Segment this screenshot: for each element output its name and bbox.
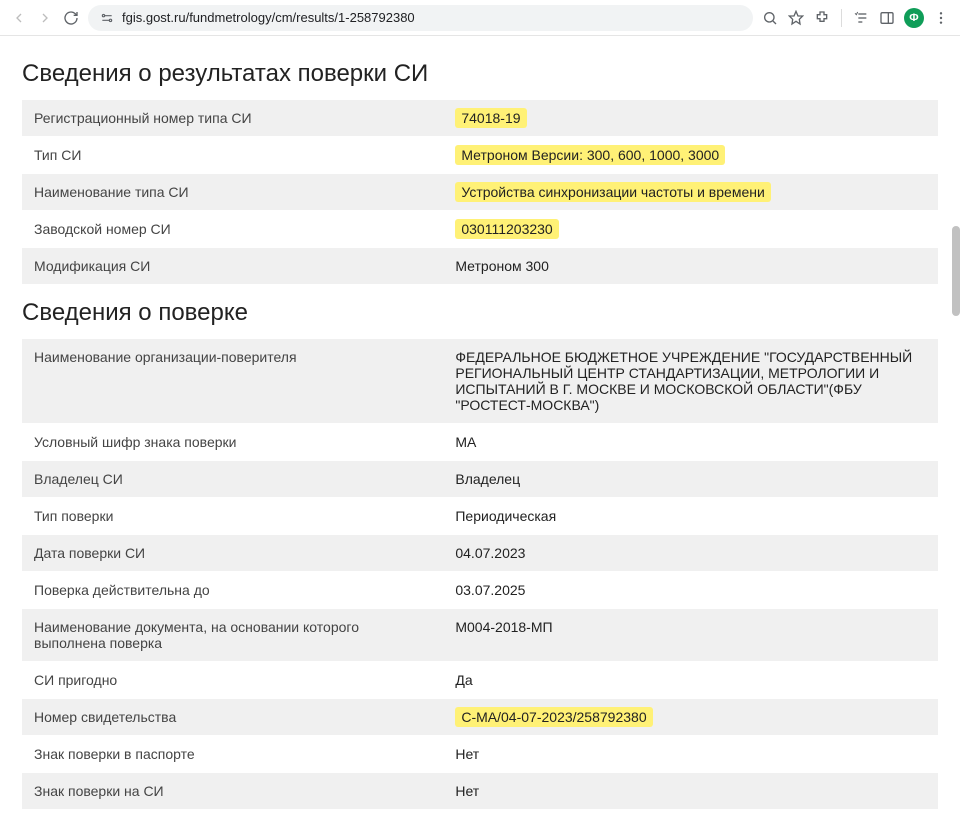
table-row: Знак поверки на СИНет (22, 773, 938, 810)
row-value: М004-2018-МП (443, 609, 938, 662)
row-value: 04.07.2023 (443, 535, 938, 572)
highlight: С-МА/04-07-2023/258792380 (455, 707, 652, 727)
table-row: СИ пригодноДа (22, 662, 938, 699)
menu-icon[interactable] (932, 9, 950, 27)
row-label: Заводской номер СИ (22, 211, 443, 248)
row-value: Периодическая (443, 498, 938, 535)
table-row: Регистрационный номер типа СИ 74018-19 (22, 100, 938, 137)
section-title-verification: Сведения о поверке (22, 299, 938, 327)
url-text: fgis.gost.ru/fundmetrology/cm/results/1-… (122, 10, 415, 25)
row-value: Нет (443, 773, 938, 810)
row-value: Устройства синхронизации частоты и време… (443, 174, 938, 211)
row-value: 74018-19 (443, 100, 938, 137)
row-label: Знак поверки на СИ (22, 773, 443, 810)
address-bar[interactable]: fgis.gost.ru/fundmetrology/cm/results/1-… (88, 5, 753, 31)
row-value: С-МА/04-07-2023/258792380 (443, 699, 938, 736)
table-row: Наименование документа, на основании кот… (22, 609, 938, 662)
row-value: ФЕДЕРАЛЬНОЕ БЮДЖЕТНОЕ УЧРЕЖДЕНИЕ "ГОСУДА… (443, 339, 938, 424)
back-button[interactable] (10, 9, 28, 27)
table-row: Заводской номер СИ 030111203230 (22, 211, 938, 248)
row-label: Условный шифр знака поверки (22, 424, 443, 461)
scrollbar-thumb[interactable] (952, 226, 960, 316)
row-value: 03.07.2025 (443, 572, 938, 609)
row-label: Регистрационный номер типа СИ (22, 100, 443, 137)
row-label: Владелец СИ (22, 461, 443, 498)
site-settings-icon[interactable] (98, 9, 116, 27)
row-label: Дата поверки СИ (22, 535, 443, 572)
row-label: Модификация СИ (22, 248, 443, 285)
verification-table: Наименование организации-поверителяФЕДЕР… (22, 339, 938, 810)
row-label: Поверка действительна до (22, 572, 443, 609)
row-label: Знак поверки в паспорте (22, 736, 443, 773)
table-row: Поверка действительна до03.07.2025 (22, 572, 938, 609)
row-label: Наименование организации-поверителя (22, 339, 443, 424)
forward-button[interactable] (36, 9, 54, 27)
row-value: Метроном Версии: 300, 600, 1000, 3000 (443, 137, 938, 174)
row-label: Тип СИ (22, 137, 443, 174)
section-title-results: Сведения о результатах поверки СИ (22, 60, 938, 88)
row-label: Номер свидетельства (22, 699, 443, 736)
reload-button[interactable] (62, 9, 80, 27)
side-panel-icon[interactable] (878, 9, 896, 27)
reading-list-icon[interactable] (852, 9, 870, 27)
row-value: Владелец (443, 461, 938, 498)
page-content: Сведения о результатах поверки СИ Регист… (0, 36, 960, 810)
extensions-icon[interactable] (813, 9, 831, 27)
row-value: Нет (443, 736, 938, 773)
row-value: Метроном 300 (443, 248, 938, 285)
browser-toolbar: fgis.gost.ru/fundmetrology/cm/results/1-… (0, 0, 960, 36)
zoom-icon[interactable] (761, 9, 779, 27)
table-row: Тип поверкиПериодическая (22, 498, 938, 535)
table-row: Условный шифр знака поверкиМА (22, 424, 938, 461)
results-table: Регистрационный номер типа СИ 74018-19 Тип… (22, 100, 938, 285)
row-label: Наименование документа, на основании кот… (22, 609, 443, 662)
row-label: СИ пригодно (22, 662, 443, 699)
profile-avatar[interactable]: Ф (904, 8, 924, 28)
row-value: МА (443, 424, 938, 461)
table-row: Знак поверки в паспортеНет (22, 736, 938, 773)
table-row: Номер свидетельства С-МА/04-07-2023/25879… (22, 699, 938, 736)
row-value: 030111203230 (443, 211, 938, 248)
highlight: 030111203230 (455, 219, 558, 239)
toolbar-divider (841, 9, 842, 27)
highlight: Метроном Версии: 300, 600, 1000, 3000 (455, 145, 725, 165)
table-row: Владелец СИВладелец (22, 461, 938, 498)
table-row: Модификация СИМетроном 300 (22, 248, 938, 285)
bookmark-icon[interactable] (787, 9, 805, 27)
highlight: Устройства синхронизации частоты и време… (455, 182, 770, 202)
table-row: Тип СИ Метроном Версии: 300, 600, 1000, 3… (22, 137, 938, 174)
table-row: Наименование типа СИ Устройства синхрониз… (22, 174, 938, 211)
highlight: 74018-19 (455, 108, 526, 128)
row-label: Наименование типа СИ (22, 174, 443, 211)
table-row: Дата поверки СИ04.07.2023 (22, 535, 938, 572)
row-label: Тип поверки (22, 498, 443, 535)
table-row: Наименование организации-поверителяФЕДЕР… (22, 339, 938, 424)
row-value: Да (443, 662, 938, 699)
